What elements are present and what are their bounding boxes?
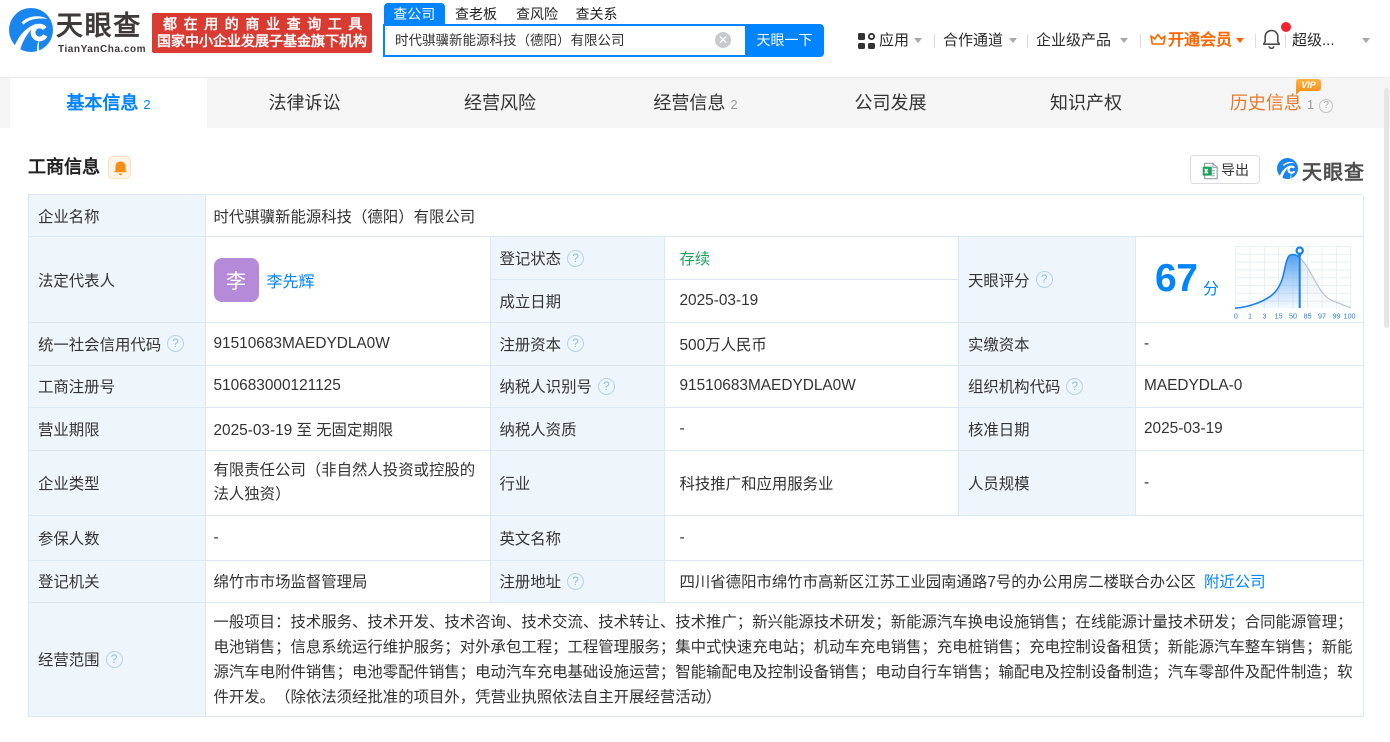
svg-text:97: 97: [1318, 312, 1326, 321]
svg-text:99: 99: [1332, 312, 1340, 321]
svg-text:85: 85: [1303, 312, 1311, 321]
svg-text:15: 15: [1274, 312, 1282, 321]
svg-text:100: 100: [1343, 312, 1355, 321]
svg-text:1: 1: [1248, 312, 1252, 321]
svg-text:50: 50: [1289, 312, 1297, 321]
svg-text:0: 0: [1234, 312, 1238, 321]
svg-text:3: 3: [1262, 312, 1266, 321]
